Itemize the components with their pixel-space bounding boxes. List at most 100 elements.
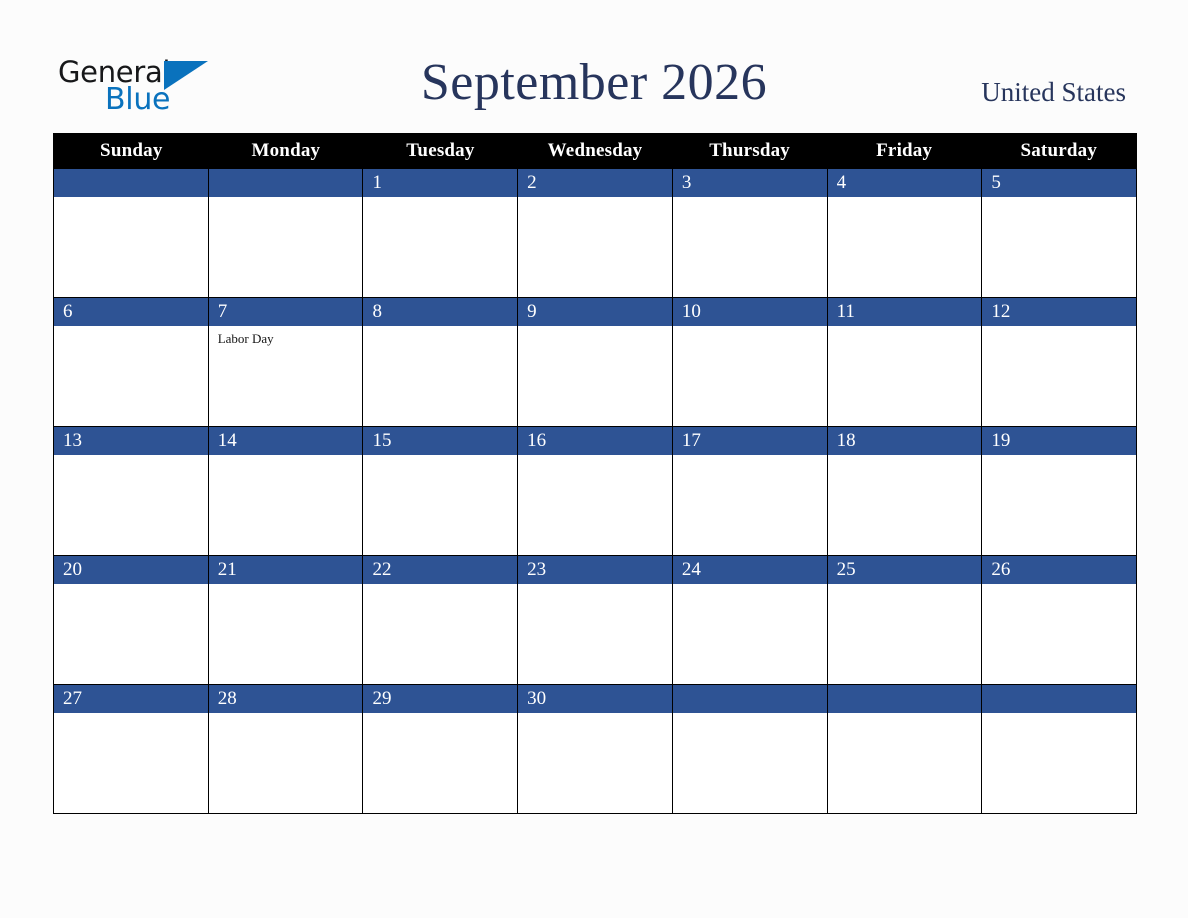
weekday-header-wednesday: Wednesday bbox=[547, 140, 643, 161]
calendar-week-row: 12345 bbox=[54, 169, 1137, 297]
calendar-day-cell[interactable] bbox=[826, 685, 982, 813]
calendar-day-cell[interactable]: 22 bbox=[362, 556, 518, 684]
calendar-day-cell[interactable] bbox=[207, 169, 363, 297]
calendar-day-cell[interactable]: 4 bbox=[826, 169, 982, 297]
day-number bbox=[982, 685, 1137, 713]
calendar-day-cell[interactable]: 21 bbox=[207, 556, 363, 684]
weekday-header-monday: Monday bbox=[251, 140, 321, 161]
day-events bbox=[828, 197, 982, 201]
calendar-day-cell[interactable]: 10 bbox=[671, 298, 827, 426]
calendar-week-row: 20 21 22 23 24 25 26 bbox=[54, 555, 1137, 684]
day-events bbox=[363, 713, 517, 717]
calendar-day-cell[interactable]: 18 bbox=[826, 427, 982, 555]
country-label: United States bbox=[981, 77, 1126, 107]
calendar-day-cell[interactable]: 30 bbox=[517, 685, 672, 813]
day-number: 9 bbox=[518, 298, 672, 326]
calendar-day-cell[interactable]: 26 bbox=[981, 556, 1137, 684]
day-number: 20 bbox=[54, 556, 208, 584]
calendar-day-cell[interactable]: 8 bbox=[362, 298, 518, 426]
day-number bbox=[827, 685, 982, 713]
day-events bbox=[982, 197, 1136, 201]
calendar-day-cell[interactable]: 15 bbox=[362, 427, 518, 555]
calendar-week-row: 27 28 29 30 bbox=[54, 684, 1137, 813]
calendar-day-cell[interactable] bbox=[981, 685, 1137, 813]
calendar-day-cell[interactable]: 9 bbox=[517, 298, 672, 426]
calendar-day-cell[interactable]: 24 bbox=[671, 556, 827, 684]
day-events bbox=[209, 455, 363, 459]
day-number bbox=[208, 169, 363, 197]
day-number: 6 bbox=[54, 298, 208, 326]
calendar-page: General Blue September 2026 United State… bbox=[0, 0, 1188, 918]
day-events bbox=[518, 455, 672, 459]
day-events bbox=[828, 455, 982, 459]
day-number: 15 bbox=[363, 427, 518, 455]
day-events bbox=[363, 197, 517, 201]
day-number: 17 bbox=[672, 427, 827, 455]
calendar-day-cell[interactable]: 29 bbox=[362, 685, 518, 813]
calendar-day-cell[interactable]: 12 bbox=[981, 298, 1137, 426]
day-number: 2 bbox=[518, 169, 672, 197]
day-events bbox=[363, 455, 517, 459]
calendar-day-cell[interactable]: 5 bbox=[981, 169, 1137, 297]
day-events bbox=[518, 713, 672, 717]
day-number: 23 bbox=[518, 556, 672, 584]
weekday-header-saturday: Saturday bbox=[1020, 140, 1098, 161]
day-events bbox=[518, 584, 672, 588]
day-events bbox=[828, 326, 982, 330]
day-number: 10 bbox=[672, 298, 827, 326]
day-number: 27 bbox=[54, 685, 208, 713]
day-events bbox=[828, 713, 982, 717]
day-number: 5 bbox=[982, 169, 1137, 197]
calendar-day-cell[interactable]: 14 bbox=[207, 427, 363, 555]
calendar-day-cell[interactable]: 19 bbox=[981, 427, 1137, 555]
day-number: 21 bbox=[208, 556, 363, 584]
day-events bbox=[982, 455, 1136, 459]
day-number: 13 bbox=[54, 427, 208, 455]
day-number: 28 bbox=[208, 685, 363, 713]
calendar-day-cell[interactable]: 6 bbox=[54, 298, 208, 426]
day-number: 18 bbox=[827, 427, 982, 455]
day-event-item: Labor Day bbox=[217, 331, 274, 346]
weekday-header-row: Sunday Monday Tuesday Wednesday Thursday… bbox=[54, 133, 1136, 169]
calendar-day-cell[interactable]: 20 bbox=[54, 556, 208, 684]
calendar-day-cell[interactable]: 11 bbox=[826, 298, 982, 426]
day-events bbox=[54, 713, 208, 717]
calendar-day-cell[interactable]: 23 bbox=[517, 556, 672, 684]
day-number: 30 bbox=[518, 685, 672, 713]
day-number: 24 bbox=[672, 556, 827, 584]
calendar-day-cell[interactable]: 28 bbox=[207, 685, 363, 813]
calendar-day-cell[interactable]: 2 bbox=[517, 169, 672, 297]
day-number: 8 bbox=[363, 298, 518, 326]
calendar-day-cell[interactable]: 16 bbox=[517, 427, 672, 555]
calendar-day-cell[interactable]: 7 Labor Day bbox=[207, 298, 363, 426]
calendar-day-cell[interactable] bbox=[54, 169, 208, 297]
calendar-day-cell[interactable]: 3 bbox=[671, 169, 827, 297]
calendar-day-cell[interactable]: 13 bbox=[54, 427, 208, 555]
day-number: 22 bbox=[363, 556, 518, 584]
day-events bbox=[982, 584, 1136, 588]
calendar-day-cell[interactable]: 27 bbox=[54, 685, 208, 813]
day-number: 7 bbox=[208, 298, 363, 326]
day-events bbox=[209, 584, 363, 588]
day-number bbox=[672, 685, 827, 713]
day-number: 25 bbox=[827, 556, 982, 584]
calendar-day-cell[interactable]: 25 bbox=[826, 556, 982, 684]
calendar-day-cell[interactable] bbox=[671, 685, 827, 813]
day-number: 19 bbox=[982, 427, 1137, 455]
day-events bbox=[54, 455, 208, 459]
day-events bbox=[982, 713, 1136, 717]
day-number: 14 bbox=[208, 427, 363, 455]
calendar-day-cell[interactable]: 1 bbox=[362, 169, 518, 297]
calendar-day-cell[interactable]: 17 bbox=[671, 427, 827, 555]
day-events bbox=[828, 584, 982, 588]
day-number: 11 bbox=[827, 298, 982, 326]
calendar-week-row: 6 7 Labor Day 8 9 10 11 12 bbox=[54, 297, 1137, 426]
calendar-weeks: 1 2 3 4 5 6 7 Labor Day 8 9 10 11 12 13 14 15 16 17 18 19 20… bbox=[54, 169, 1137, 813]
weekday-header-tuesday: Tuesday bbox=[406, 140, 475, 161]
day-number: 29 bbox=[363, 685, 518, 713]
day-events bbox=[363, 584, 517, 588]
calendar-grid: Sunday Monday Tuesday Wednesday Thursday… bbox=[53, 133, 1137, 814]
day-events bbox=[673, 584, 827, 588]
day-events bbox=[209, 197, 363, 201]
day-number: 1 bbox=[363, 169, 518, 197]
